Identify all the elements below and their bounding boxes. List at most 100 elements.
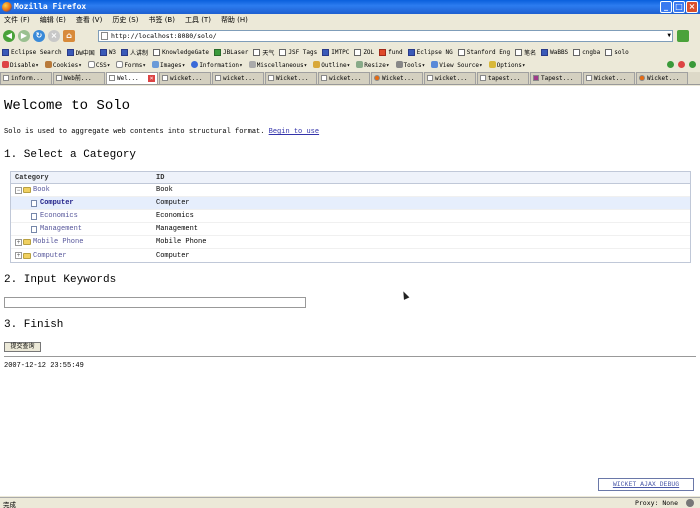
forward-button[interactable]: ▶ [18, 30, 30, 42]
header-id[interactable]: ID [156, 172, 690, 183]
menu-bookmarks[interactable]: 书签 (B) [148, 15, 175, 25]
bookmark-item[interactable]: WaBBS [541, 48, 568, 56]
devbar-miscellaneous[interactable]: Miscellaneous▾ [248, 61, 307, 69]
back-button[interactable]: ◀ [3, 30, 15, 42]
submit-button[interactable]: 提交查询 [4, 342, 41, 352]
bookmark-item[interactable]: 笔名 [515, 48, 536, 57]
google-icon [162, 75, 168, 81]
browser-tab[interactable]: Wicket... [265, 72, 317, 84]
title-bar: Mozilla Firefox _ □ × [0, 0, 700, 14]
expand-icon[interactable]: + [15, 252, 22, 259]
bookmark-item[interactable]: JSF Tags [279, 48, 317, 56]
minimize-button[interactable]: _ [660, 1, 672, 13]
browser-tab[interactable]: Wicket... [583, 72, 635, 84]
collapse-icon[interactable]: − [15, 186, 22, 194]
devbar-images[interactable]: Images▾ [152, 61, 185, 69]
browser-tab[interactable]: wicket... [424, 72, 476, 84]
status-icon[interactable] [689, 61, 696, 68]
check-icon[interactable] [667, 61, 674, 68]
close-button[interactable]: × [686, 1, 698, 13]
gear-icon[interactable] [686, 499, 694, 507]
keywords-input[interactable] [4, 297, 306, 308]
bookmark-item[interactable]: ZOL [354, 48, 374, 56]
page-icon [3, 75, 9, 81]
bookmark-item[interactable]: solo [605, 48, 629, 56]
wicket-ajax-debug-link[interactable]: WICKET AJAX DEBUG [598, 478, 694, 491]
bookmark-item[interactable]: Eclipse NG [407, 48, 453, 56]
menu-view[interactable]: 查看 (V) [76, 15, 102, 25]
bookmark-item[interactable]: 天气 [253, 48, 274, 57]
table-row[interactable]: − Book Book [11, 184, 690, 197]
devbar-tools[interactable]: Tools▾ [395, 61, 425, 69]
begin-link[interactable]: Begin to use [269, 128, 319, 136]
devbar-css[interactable]: CSS▾ [87, 61, 110, 69]
devbar-forms[interactable]: Forms▾ [116, 61, 146, 69]
table-row-selected[interactable]: Computer Computer [11, 197, 690, 210]
devbar-options[interactable]: Options▾ [488, 61, 526, 69]
bookmark-item[interactable]: IMTPC [322, 48, 349, 56]
close-tab-icon[interactable]: × [148, 75, 155, 82]
header-category[interactable]: Category [11, 172, 156, 183]
bookmark-item[interactable]: cngba [573, 48, 600, 56]
stop-button[interactable]: × [48, 30, 60, 42]
browser-tab[interactable]: wicket... [318, 72, 370, 84]
bookmark-item[interactable]: Eclipse Search [2, 48, 62, 56]
maximize-button[interactable]: □ [673, 1, 685, 13]
home-button[interactable]: ⌂ [63, 30, 75, 42]
menu-tools[interactable]: 工具 (T) [185, 15, 211, 25]
bookmark-item[interactable]: 人讲制 [121, 48, 148, 57]
browser-tab-active[interactable]: Wel... × [106, 72, 158, 84]
browser-tab[interactable]: Wicket... [371, 72, 423, 84]
devbar-resize[interactable]: Resize▾ [356, 61, 390, 69]
page-icon [279, 48, 287, 56]
bookmark-item[interactable]: fund [379, 48, 403, 56]
devbar-view-source[interactable]: View Source▾ [431, 61, 483, 69]
url-bar[interactable]: http://localhost:8080/solo/ ▼ [98, 30, 673, 42]
menu-help[interactable]: 帮助 (H) [221, 15, 248, 25]
window-title: Mozilla Firefox [14, 2, 87, 11]
go-button[interactable] [677, 30, 689, 42]
expand-icon[interactable]: + [15, 238, 22, 246]
tools-icon [395, 61, 403, 68]
bookmark-item[interactable]: DW中国 [66, 48, 95, 57]
devbar-outline[interactable]: Outline▾ [313, 61, 350, 69]
eclipse-icon [2, 48, 9, 56]
tree-node-link[interactable]: Economics [40, 212, 78, 220]
tree-node-link[interactable]: Computer [33, 252, 67, 260]
chevron-down-icon[interactable]: ▼ [667, 31, 671, 41]
bookmark-item[interactable]: KnowledgeGate [153, 48, 209, 56]
browser-tab[interactable]: wicket... [159, 72, 211, 84]
tree-node-link[interactable]: Computer [40, 199, 74, 207]
divider [4, 356, 696, 357]
tree-node-link[interactable]: Book [33, 186, 50, 194]
bookmark-item[interactable]: JBLaser [214, 48, 248, 56]
proxy-status[interactable]: Proxy: None [635, 499, 678, 507]
table-row[interactable]: + Mobile Phone Mobile Phone [11, 236, 690, 249]
table-row[interactable]: Economics Economics [11, 210, 690, 223]
bookmark-item[interactable]: W3 [99, 48, 116, 56]
bookmark-item[interactable]: Stanford Eng [457, 48, 510, 56]
browser-tab[interactable]: inform... [0, 72, 52, 84]
browser-tab[interactable]: Wicket... [636, 72, 688, 84]
devbar-disable[interactable]: Disable▾ [2, 61, 39, 69]
browser-tab[interactable]: Web前... [53, 72, 105, 84]
menu-edit[interactable]: 编辑 (E) [40, 15, 66, 25]
page-icon [101, 32, 108, 40]
page-content: Welcome to Solo Solo is used to aggregat… [0, 86, 700, 496]
browser-tab[interactable]: wicket... [212, 72, 264, 84]
tree-node-link[interactable]: Mobile Phone [33, 238, 83, 246]
menu-file[interactable]: 文件 (F) [4, 15, 30, 25]
reload-button[interactable]: ↻ [33, 30, 45, 42]
error-icon[interactable] [678, 61, 685, 68]
menu-history[interactable]: 历史 (S) [112, 15, 138, 25]
cookie-icon [44, 61, 52, 68]
row-id: Economics [156, 212, 194, 220]
table-row[interactable]: + Computer Computer [11, 249, 690, 262]
tree-node-link[interactable]: Management [40, 225, 82, 233]
browser-tab[interactable]: tapest... [477, 72, 529, 84]
row-id: Book [156, 186, 173, 194]
table-row[interactable]: Management Management [11, 223, 690, 236]
devbar-information[interactable]: Information▾ [191, 61, 243, 69]
devbar-cookies[interactable]: Cookies▾ [44, 61, 82, 69]
browser-tab[interactable]: Tapest... [530, 72, 582, 84]
